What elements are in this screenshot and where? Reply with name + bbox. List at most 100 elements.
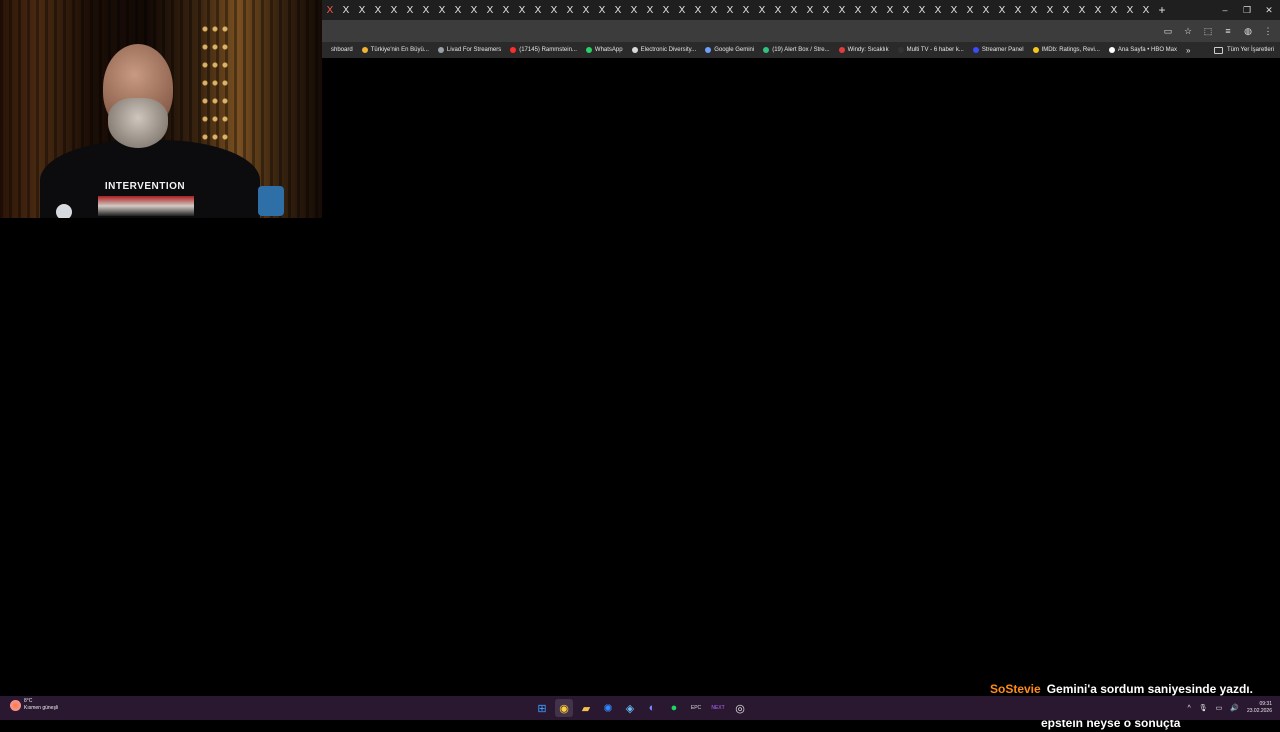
browser-tab[interactable]: X [994,0,1010,20]
browser-tab-bar: XXXXXXXXXXXXXXXXXXXXXXXXXXXXXXXXXXXXXXXX… [322,0,1280,20]
browser-tab[interactable]: X [706,0,722,20]
bookmark-item[interactable]: WhatsApp [585,47,623,53]
browser-tab[interactable]: X [354,0,370,20]
system-tray: ^ 🎙 ▭ 🔊 09:31 23.02.2026 [1187,696,1272,720]
browser-tab[interactable]: X [418,0,434,20]
browser-tab[interactable]: X [546,0,562,20]
blue-object [258,186,284,216]
kick-icon[interactable]: NEXT [709,699,727,717]
browser-tab[interactable]: X [370,0,386,20]
bookmark-item[interactable]: Ana Sayfa • HBO Max [1108,47,1177,53]
bookmark-item[interactable]: Multi TV - 6 haber k... [897,47,964,53]
bookmark-item[interactable]: (17145) Rammstein... [510,47,577,53]
browser-tab[interactable]: X [674,0,690,20]
tray-overflow-icon[interactable]: ^ [1187,705,1190,712]
weather-widget[interactable]: 8°C Kısmen güneşli [10,698,58,712]
browser-tab[interactable]: X [1074,0,1090,20]
browser-tab[interactable]: X [466,0,482,20]
browser-tab[interactable]: X [530,0,546,20]
browser-tab[interactable]: X [578,0,594,20]
browser-tab[interactable]: X [642,0,658,20]
microphone [56,204,72,218]
bookmark-item[interactable]: Livad For Streamers [437,47,501,53]
close-button[interactable]: ✕ [1258,0,1280,20]
browser-tab[interactable]: X [514,0,530,20]
browser-tab[interactable]: X [1026,0,1042,20]
minimize-button[interactable]: – [1214,0,1236,20]
browser-tab[interactable]: X [882,0,898,20]
steam-icon[interactable]: ◈ [621,699,639,717]
bookmark-favicon-icon [437,47,444,53]
browser-tab[interactable]: X [338,0,354,20]
volume-icon[interactable]: 🔊 [1230,704,1239,712]
bookmark-item[interactable]: Google Gemini [705,47,754,53]
bookmark-item[interactable]: Windy: Sıcaklık [838,47,889,53]
browser-tab[interactable]: X [962,0,978,20]
browser-tab[interactable]: X [322,0,338,20]
profile-icon[interactable]: ◍ [1242,25,1254,37]
browser-tab[interactable]: X [658,0,674,20]
browser-tab[interactable]: X [866,0,882,20]
extensions-icon[interactable]: ⬚ [1202,25,1214,37]
browser-tab[interactable]: X [914,0,930,20]
browser-tab[interactable]: X [722,0,738,20]
browser-tab[interactable]: X [450,0,466,20]
browser-tab[interactable]: X [978,0,994,20]
browser-tab[interactable]: X [1058,0,1074,20]
browser-tab[interactable]: X [626,0,642,20]
browser-tab[interactable]: X [386,0,402,20]
restore-button[interactable]: ❐ [1236,0,1258,20]
browser-tab[interactable]: X [498,0,514,20]
browser-tab[interactable]: X [1138,0,1154,20]
browser-tab[interactable]: X [930,0,946,20]
display-icon[interactable]: ▭ [1216,704,1223,712]
menu-icon[interactable]: ⋮ [1262,25,1274,37]
discord-icon[interactable]: ◐ [643,699,661,717]
browser-tab[interactable]: X [434,0,450,20]
bookmark-item[interactable]: Electronic Diversity... [631,47,696,53]
bookmark-item[interactable]: Türkiye'nin En Büyü... [361,47,429,53]
browser-tab[interactable]: X [850,0,866,20]
cast-icon[interactable]: ▭ [1162,25,1174,37]
browser-tab[interactable]: X [802,0,818,20]
bookmark-item[interactable]: (19) Alert Box / Stre... [763,47,830,53]
browser-tab[interactable]: X [402,0,418,20]
star-icon[interactable]: ☆ [1182,25,1194,37]
bookmarks-bar: shboard Türkiye'nin En Büyü... Livad For S… [322,42,1280,58]
chrome-icon[interactable]: ◉ [555,699,573,717]
browser-tab[interactable]: X [834,0,850,20]
browser-tab[interactable]: X [1010,0,1026,20]
browser-tab[interactable]: X [1042,0,1058,20]
browser-tab[interactable]: X [562,0,578,20]
browser-tab[interactable]: X [594,0,610,20]
browser-tab[interactable]: X [898,0,914,20]
browser-tab[interactable]: X [1122,0,1138,20]
spotify-icon[interactable]: ● [665,699,683,717]
battlenet-icon[interactable]: ✺ [599,699,617,717]
file-explorer-icon[interactable]: ▰ [577,699,595,717]
bookmark-label: (17145) Rammstein... [519,47,577,53]
browser-tab[interactable]: X [786,0,802,20]
browser-tab[interactable]: X [1090,0,1106,20]
clock[interactable]: 09:31 23.02.2026 [1247,701,1272,715]
media-icon[interactable]: ≡ [1222,25,1234,37]
new-tab-button[interactable]: + [1154,0,1170,20]
browser-tab[interactable]: X [610,0,626,20]
browser-tab[interactable]: X [1106,0,1122,20]
all-bookmarks-button[interactable]: Tüm Yer İşaretleri [1213,46,1274,54]
epic-games-icon[interactable]: EPC [687,699,705,717]
browser-tab[interactable]: X [690,0,706,20]
microphone-icon[interactable]: 🎙 [1199,704,1208,712]
bookmark-item[interactable]: IMDb: Ratings, Revi... [1032,47,1100,53]
start-icon[interactable]: ⊞ [533,699,551,717]
browser-tab[interactable]: X [482,0,498,20]
bookmark-item[interactable]: shboard [322,47,353,53]
bookmarks-overflow-button[interactable]: » [1186,46,1190,55]
browser-tab[interactable]: X [770,0,786,20]
obs-icon[interactable]: ◎ [731,699,749,717]
browser-tab[interactable]: X [738,0,754,20]
browser-tab[interactable]: X [946,0,962,20]
bookmark-item[interactable]: Streamer Panel [972,47,1024,53]
browser-tab[interactable]: X [818,0,834,20]
browser-tab[interactable]: X [754,0,770,20]
